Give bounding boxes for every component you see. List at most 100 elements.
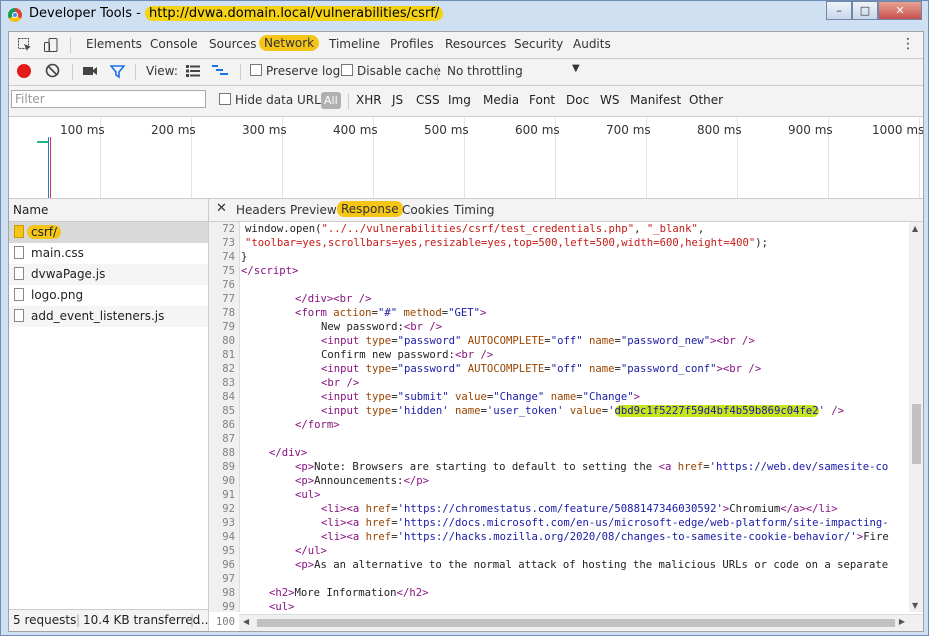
timeline-tick: 700 ms xyxy=(606,123,651,137)
filter-ws[interactable]: WS xyxy=(600,93,619,107)
name-column-header[interactable]: Name xyxy=(9,199,208,222)
line-number: 97 xyxy=(222,573,235,585)
scroll-left-icon[interactable]: ◀ xyxy=(243,617,249,626)
last-line-number-row: 100 xyxy=(209,615,239,629)
tab-audits[interactable]: Audits xyxy=(573,37,611,51)
close-icon[interactable]: ✕ xyxy=(216,201,227,216)
file-icon xyxy=(14,246,24,259)
tab-profiles[interactable]: Profiles xyxy=(390,37,434,51)
list-item[interactable]: dvwaPage.js xyxy=(9,264,208,285)
code-line: <ul> xyxy=(295,489,321,501)
vertical-scroll-thumb[interactable] xyxy=(912,404,921,464)
code-line: <input type="password" AUTOCOMPLETE="off… xyxy=(321,363,762,375)
scroll-down-icon[interactable]: ▼ xyxy=(912,601,918,610)
detail-tab-bar: ✕ Headers Preview Response Cookies Timin… xyxy=(209,199,923,222)
horizontal-scrollbar[interactable]: ◀ ▶ xyxy=(239,614,923,631)
main-tab-bar: Elements Console Sources Network Timelin… xyxy=(9,32,923,59)
tab-sources[interactable]: Sources xyxy=(209,37,256,51)
code-line: window.open("../../vulnerabilities/csrf/… xyxy=(245,223,705,235)
hide-data-urls-checkbox[interactable]: Hide data URLs xyxy=(219,93,327,107)
code-line: </script> xyxy=(241,265,299,277)
scroll-up-icon[interactable]: ▲ xyxy=(912,224,918,233)
clear-icon[interactable] xyxy=(45,63,60,81)
filter-input[interactable]: Filter xyxy=(11,90,206,108)
timeline-overview[interactable]: 100 ms 200 ms 300 ms 400 ms 500 ms 600 m… xyxy=(9,117,923,199)
tab-security[interactable]: Security xyxy=(514,37,563,51)
timeline-tick: 300 ms xyxy=(242,123,287,137)
tab-resources[interactable]: Resources xyxy=(445,37,506,51)
tab-timeline[interactable]: Timeline xyxy=(329,37,380,51)
vertical-scrollbar[interactable]: ▲ ▼ xyxy=(909,222,923,612)
preserve-log-box[interactable] xyxy=(250,64,262,76)
filter-other[interactable]: Other xyxy=(689,93,723,107)
device-mode-icon[interactable] xyxy=(43,37,59,53)
filter-img[interactable]: Img xyxy=(448,93,471,107)
inspect-element-icon[interactable] xyxy=(17,37,33,53)
load-marker xyxy=(50,137,51,198)
filter-manifest[interactable]: Manifest xyxy=(630,93,681,107)
disable-cache-box[interactable] xyxy=(341,64,353,76)
list-item[interactable]: csrf/ xyxy=(9,222,208,243)
file-icon xyxy=(14,267,24,280)
filter-doc[interactable]: Doc xyxy=(566,93,589,107)
line-number: 81 xyxy=(222,349,235,361)
tab-headers[interactable]: Headers xyxy=(236,203,286,217)
close-button[interactable]: ✕ xyxy=(878,1,922,20)
app-title: Developer Tools xyxy=(29,6,133,21)
line-number: 78 xyxy=(222,307,235,319)
tab-elements[interactable]: Elements xyxy=(86,37,142,51)
filter-js[interactable]: JS xyxy=(392,93,403,107)
hide-data-urls-box[interactable] xyxy=(219,93,231,105)
disable-cache-checkbox[interactable]: Disable cache xyxy=(341,64,441,78)
chevron-down-icon[interactable]: ▼ xyxy=(572,63,580,74)
tab-console[interactable]: Console xyxy=(150,37,198,51)
tab-timing[interactable]: Timing xyxy=(454,203,495,217)
list-item[interactable]: main.css xyxy=(9,243,208,264)
minimize-button[interactable]: – xyxy=(826,1,852,20)
chrome-icon xyxy=(8,8,22,22)
dom-content-loaded-marker xyxy=(48,137,49,198)
file-icon xyxy=(14,288,24,301)
maximize-button[interactable]: □ xyxy=(852,1,878,20)
code-line: } xyxy=(241,251,248,263)
filter-icon[interactable] xyxy=(109,64,126,82)
line-number: 99 xyxy=(222,601,235,612)
line-number: 92 xyxy=(222,503,235,515)
list-item[interactable]: logo.png xyxy=(9,285,208,306)
response-source[interactable]: 72 window.open("../../vulnerabilities/csr… xyxy=(209,222,909,612)
line-number: 75 xyxy=(222,265,235,277)
filter-css[interactable]: CSS xyxy=(416,93,440,107)
record-icon[interactable] xyxy=(17,64,31,78)
timeline-tick: 600 ms xyxy=(515,123,560,137)
filter-xhr[interactable]: XHR xyxy=(356,93,382,107)
line-number: 95 xyxy=(222,545,235,557)
list-item[interactable]: add_event_listeners.js xyxy=(9,306,208,327)
code-line: <li><a href='https://docs.microsoft.com/… xyxy=(321,517,889,529)
timeline-tick: 100 ms xyxy=(60,123,105,137)
filter-font[interactable]: Font xyxy=(529,93,555,107)
page-url: http://dvwa.domain.local/vulnerabilities… xyxy=(145,6,444,21)
timeline-tick: 800 ms xyxy=(697,123,742,137)
overview-icon[interactable] xyxy=(212,65,228,80)
horizontal-scroll-thumb[interactable] xyxy=(257,619,895,627)
line-number: 85 xyxy=(222,405,235,417)
preserve-log-checkbox[interactable]: Preserve log xyxy=(250,64,340,78)
tab-preview[interactable]: Preview xyxy=(290,203,337,217)
large-rows-icon[interactable] xyxy=(186,65,200,80)
scroll-right-icon[interactable]: ▶ xyxy=(899,617,905,626)
tab-response[interactable]: Response xyxy=(337,201,403,217)
file-name: main.css xyxy=(31,246,84,260)
tab-cookies[interactable]: Cookies xyxy=(402,203,449,217)
line-number: 100 xyxy=(215,616,235,628)
title-bar: Developer Tools - http://dvwa.domain.loc… xyxy=(1,1,928,29)
more-menu-icon[interactable]: ⋮ xyxy=(901,36,915,52)
line-number: 83 xyxy=(222,377,235,389)
code-line: <form action="#" method="GET"> xyxy=(295,307,487,319)
camera-icon[interactable] xyxy=(82,64,98,81)
filter-all-button[interactable]: All xyxy=(321,92,341,109)
tab-network[interactable]: Network xyxy=(259,35,320,51)
window-title: Developer Tools - http://dvwa.domain.loc… xyxy=(29,6,444,21)
filter-media[interactable]: Media xyxy=(483,93,519,107)
throttling-select[interactable]: No throttling xyxy=(447,64,523,78)
line-number: 98 xyxy=(222,587,235,599)
